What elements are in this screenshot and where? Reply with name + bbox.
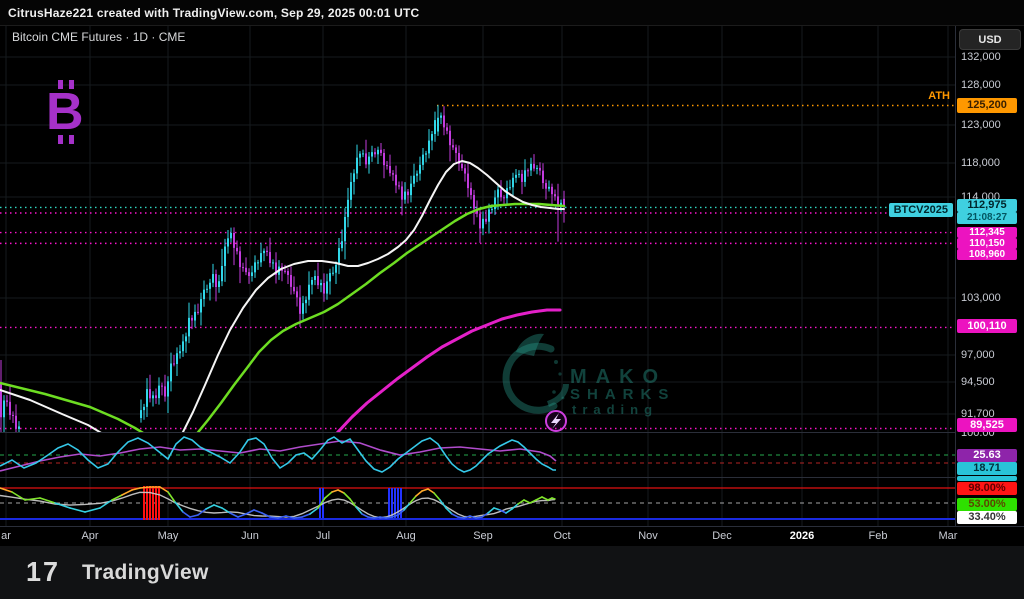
time-tick-label: ar	[1, 530, 11, 542]
time-tick-label: Nov	[638, 530, 658, 542]
time-tick-label: Jun	[241, 530, 259, 542]
bitcoin-letter: B	[46, 86, 84, 138]
chart-window: CitrusHaze221 created with TradingView.c…	[0, 0, 1024, 599]
price-value-tag: 108,960	[957, 249, 1017, 260]
watermark-line2: SHARKS	[570, 386, 675, 403]
time-tick-label: Sep	[473, 530, 493, 542]
price-value-tag: 112,975	[957, 199, 1017, 212]
time-tick-label: 2026	[790, 530, 814, 542]
price-axis[interactable]: 132,000128,000123,000118,000114,000103,0…	[956, 26, 1024, 526]
rsi-pane[interactable]	[0, 437, 955, 472]
price-value-tag: 21:08:27	[957, 212, 1017, 224]
time-tick-label: Dec	[712, 530, 732, 542]
price-value-tag: 18.71	[957, 462, 1017, 475]
price-tick-label: 94,500	[956, 376, 1024, 388]
grid-lines	[0, 26, 955, 526]
price-value-tag: 100,110	[957, 319, 1017, 333]
time-tick-label: Jul	[316, 530, 330, 542]
stoch-pane[interactable]	[0, 486, 955, 520]
time-tick-label: Mar	[939, 530, 958, 542]
price-value-tag: 89,525	[957, 418, 1017, 432]
currency-toggle-button[interactable]: USD	[959, 29, 1021, 50]
price-value-tag: 98.00%	[957, 482, 1017, 495]
ma-slow-magenta	[337, 310, 560, 433]
price-pane[interactable]	[0, 105, 955, 439]
time-axis[interactable]: ar Apr May Jun Jul Aug Sep Oct Nov Dec 2026 Feb Mar	[0, 526, 1024, 547]
time-tick-label: Aug	[396, 530, 416, 542]
time-tick-label: Oct	[553, 530, 570, 542]
tradingview-logo-icon[interactable]: 17	[26, 557, 60, 589]
price-tick-label: 97,000	[956, 349, 1024, 361]
pane-dividers	[0, 26, 1024, 526]
stoch-d-line	[0, 492, 555, 517]
price-tick-label: 103,000	[956, 292, 1024, 304]
price-value-tag: 25.63	[957, 449, 1017, 462]
time-tick-label: Apr	[81, 530, 98, 542]
footer-bar: 17 TradingView	[0, 546, 1024, 599]
watermark-line3: trading	[572, 402, 658, 417]
contract-label: BTCV2025	[889, 203, 953, 217]
symbol-legend[interactable]: Bitcoin CME Futures · 1D · CME	[12, 30, 185, 44]
bitcoin-icon: B	[36, 80, 96, 144]
price-tick-label: 132,000	[956, 51, 1024, 63]
price-value-tag: 125,200	[957, 98, 1017, 113]
price-tick-label: 118,000	[956, 157, 1024, 169]
time-tick-label: Feb	[869, 530, 888, 542]
price-value-tag: 110,150	[957, 238, 1017, 249]
price-value-tag	[957, 476, 1017, 481]
ath-annotation: ATH	[928, 90, 950, 102]
price-tick-label: 128,000	[956, 79, 1024, 91]
price-value-tag: 53.00%	[957, 498, 1017, 511]
price-tick-label: 123,000	[956, 119, 1024, 131]
price-value-tag: 33.40%	[957, 511, 1017, 524]
time-tick-label: May	[158, 530, 179, 542]
symbol-title[interactable]: Bitcoin CME Futures · 1D · CME	[12, 30, 185, 44]
chart-canvas[interactable]	[0, 0, 1024, 599]
tradingview-brand[interactable]: TradingView	[82, 561, 209, 585]
price-value-tag: 112,345	[957, 227, 1017, 238]
